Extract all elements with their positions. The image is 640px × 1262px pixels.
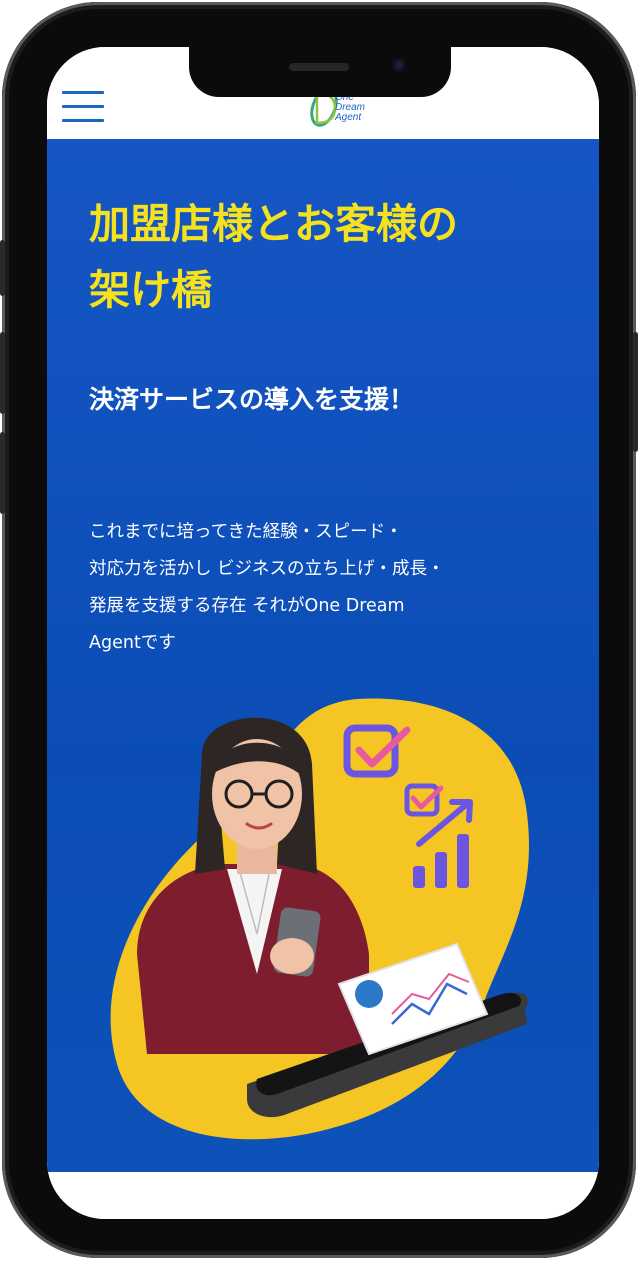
description-line: これまでに培ってきた経験・スピード・ <box>89 522 403 542</box>
hero-title: 加盟店様とお客様の 架け橋 <box>89 191 569 323</box>
description-line: Agentです <box>89 633 176 653</box>
hero-section: 加盟店様とお客様の 架け橋 決済サービスの導入を支援！ これまでに培ってきた経験… <box>47 139 599 1172</box>
phone-side-button <box>0 332 5 414</box>
speaker-grille <box>289 63 349 71</box>
menu-hamburger-icon[interactable] <box>62 91 104 123</box>
hero-subtitle: 決済サービスの導入を支援！ <box>89 385 415 414</box>
hero-description: これまでに培ってきた経験・スピード・ 対応力を活かし ビジネスの立ち上げ・成長・… <box>89 514 549 662</box>
phone-notch <box>189 47 451 97</box>
phone-side-button <box>0 240 5 296</box>
hero-title-line: 加盟店様とお客様の <box>89 200 458 248</box>
description-line: 発展を支援する存在 それがOne Dream <box>89 596 405 616</box>
front-camera <box>392 58 406 72</box>
phone-screen: One Dream Agent 加盟店様とお客様の 架け橋 決済サービスの導入を… <box>47 47 599 1219</box>
logo-text: One Dream Agent <box>335 92 366 123</box>
hero-title-line: 架け橋 <box>89 266 212 314</box>
page-footer-area <box>47 1172 599 1219</box>
hero-illustration <box>110 698 529 1140</box>
phone-side-button <box>633 332 638 452</box>
phone-side-button <box>0 432 5 514</box>
phone-frame: One Dream Agent 加盟店様とお客様の 架け橋 決済サービスの導入を… <box>0 2 638 1258</box>
description-line: 対応力を活かし ビジネスの立ち上げ・成長・ <box>89 559 445 579</box>
